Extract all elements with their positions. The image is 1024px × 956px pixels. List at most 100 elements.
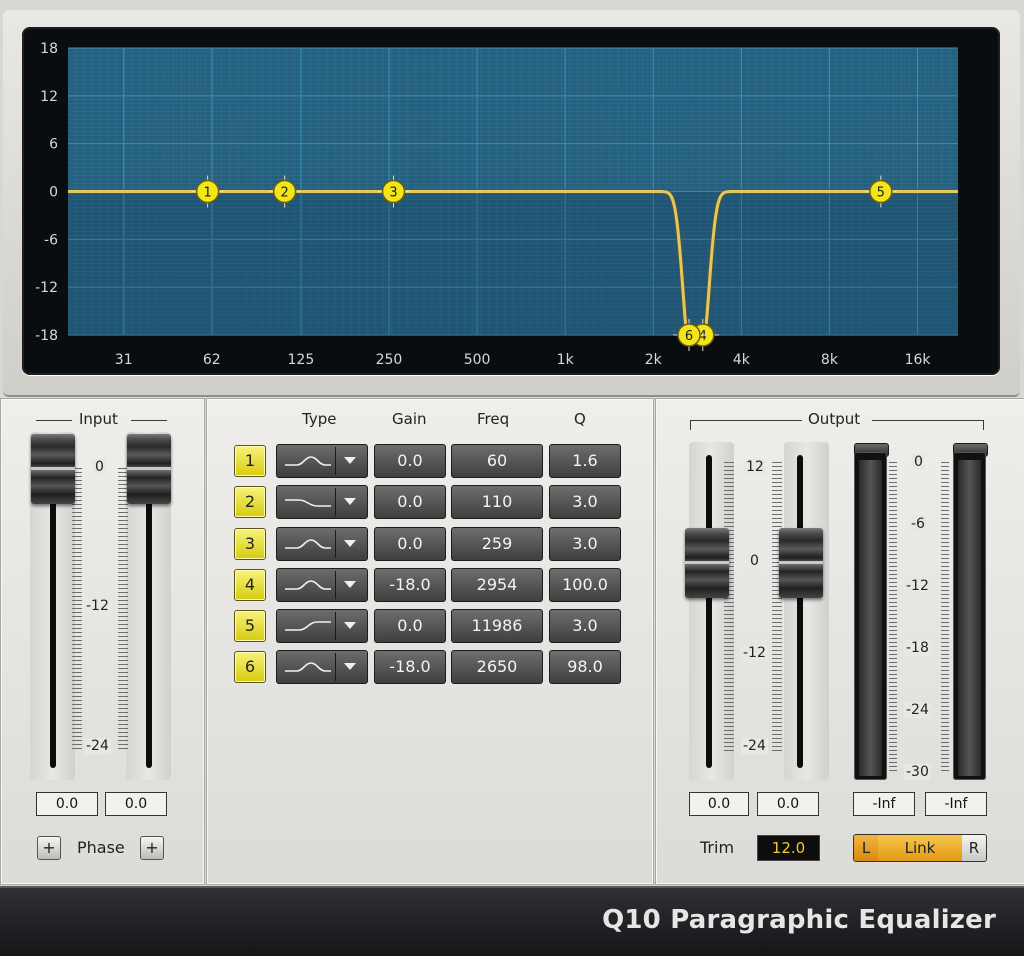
- meter-left-value[interactable]: -Inf: [853, 792, 915, 816]
- band-3-button[interactable]: 3: [234, 528, 266, 560]
- input-right-slot: [146, 490, 152, 768]
- meter-scale-minus12: -12: [904, 578, 931, 594]
- x-axis-label: 62: [203, 352, 221, 368]
- band-4-freq[interactable]: 2954: [451, 568, 543, 602]
- chevron-down-icon[interactable]: [344, 581, 356, 588]
- y-axis-label: -12: [35, 280, 58, 296]
- link-left-button[interactable]: L: [854, 835, 878, 861]
- band-6-freq[interactable]: 2650: [451, 650, 543, 684]
- band-4-button[interactable]: 4: [234, 569, 266, 601]
- input-title-line-left: [36, 420, 72, 421]
- x-axis-label: 500: [464, 352, 491, 368]
- band-4-gain[interactable]: -18.0: [374, 568, 446, 602]
- band-6-button[interactable]: 6: [234, 651, 266, 683]
- chevron-down-icon[interactable]: [344, 622, 356, 629]
- y-axis-label: 12: [40, 89, 58, 105]
- band-2-button[interactable]: 2: [234, 486, 266, 518]
- chevron-down-icon[interactable]: [344, 457, 356, 464]
- band-3-gain[interactable]: 0.0: [374, 527, 446, 561]
- output-title-line-right: [872, 420, 984, 421]
- band-1-q[interactable]: 1.6: [549, 444, 621, 478]
- q10-plugin-window: 18 12 6 0 -6 -12 -18 31 62 125 250 500 1k 2k 4k 8k 16k 1 2…: [0, 0, 1024, 956]
- meter-scale-minus24: -24: [904, 702, 931, 718]
- input-left-fader[interactable]: [31, 434, 75, 504]
- link-toggle[interactable]: L Link R: [853, 834, 987, 862]
- link-right-button[interactable]: R: [962, 835, 986, 861]
- input-scale-ticks-left: [72, 468, 82, 750]
- x-axis-label: 16k: [905, 352, 932, 368]
- bell-filter-icon: [285, 456, 331, 466]
- trim-scale-0: 0: [748, 553, 761, 569]
- band-3-freq[interactable]: 259: [451, 527, 543, 561]
- trim-value[interactable]: 12.0: [757, 835, 820, 861]
- band-6-marker-label: 6: [685, 329, 693, 344]
- input-right-value[interactable]: 0.0: [105, 792, 167, 816]
- band-5-gain[interactable]: 0.0: [374, 609, 446, 643]
- band-6-gain[interactable]: -18.0: [374, 650, 446, 684]
- phase-right-button[interactable]: +: [140, 836, 164, 860]
- trim-scale-12: 12: [744, 459, 766, 475]
- eq-response-graph[interactable]: 181260-6-12-1831 62 125 250 500 1k 2k 4k 8k 16k1 2…: [22, 27, 1000, 375]
- band-1-freq[interactable]: 60: [451, 444, 543, 478]
- output-title-tick-left: [690, 420, 691, 430]
- band-5-freq[interactable]: 11986: [451, 609, 543, 643]
- gain-header: Gain: [392, 410, 427, 428]
- trim-right-track: [784, 442, 829, 780]
- chevron-down-icon[interactable]: [344, 498, 356, 505]
- x-axis-label: 2k: [645, 352, 663, 368]
- type-select-divider: [335, 488, 336, 516]
- type-select-divider: [335, 612, 336, 640]
- x-axis-label: 250: [376, 352, 403, 368]
- band-1-button[interactable]: 1: [234, 445, 266, 477]
- band-4-type-select[interactable]: [276, 568, 368, 602]
- band-1-type-select[interactable]: [276, 444, 368, 478]
- phase-left-button[interactable]: +: [37, 836, 61, 860]
- input-left-value[interactable]: 0.0: [36, 792, 98, 816]
- band-3-marker-label: 3: [389, 186, 397, 201]
- band-2-gain[interactable]: 0.0: [374, 485, 446, 519]
- input-title-line-right: [131, 420, 167, 421]
- input-scale-0: 0: [93, 459, 106, 475]
- output-title: Output: [808, 410, 861, 428]
- meter-scale-minus30: -30: [904, 764, 931, 780]
- band-5-type-select[interactable]: [276, 609, 368, 643]
- link-button[interactable]: Link: [878, 835, 962, 861]
- band-3-type-select[interactable]: [276, 527, 368, 561]
- band-6-q[interactable]: 98.0: [549, 650, 621, 684]
- band-2-freq[interactable]: 110: [451, 485, 543, 519]
- input-scale-minus12: -12: [84, 598, 111, 614]
- phase-label: Phase: [77, 838, 125, 857]
- output-left-value[interactable]: 0.0: [689, 792, 749, 816]
- band-2-type-select[interactable]: [276, 485, 368, 519]
- input-right-fader[interactable]: [127, 434, 171, 504]
- type-select-divider: [335, 653, 336, 681]
- band-1-marker-label: 1: [203, 186, 211, 201]
- band-2-q[interactable]: 3.0: [549, 485, 621, 519]
- trim-left-fader[interactable]: [685, 528, 729, 598]
- band-5-q[interactable]: 3.0: [549, 609, 621, 643]
- x-axis-label: 4k: [733, 352, 751, 368]
- output-right-value[interactable]: 0.0: [757, 792, 819, 816]
- trim-scale-ticks-right: [772, 462, 782, 754]
- trim-right-fader[interactable]: [779, 528, 823, 598]
- meter-scale-minus18: -18: [904, 640, 931, 656]
- input-title: Input: [79, 410, 118, 428]
- q-header: Q: [574, 410, 586, 428]
- chevron-down-icon[interactable]: [344, 540, 356, 547]
- trim-scale-ticks-left: [724, 462, 734, 754]
- band-1-gain[interactable]: 0.0: [374, 444, 446, 478]
- meter-scale-0: 0: [912, 454, 925, 470]
- meter-right-value[interactable]: -Inf: [925, 792, 987, 816]
- plugin-title: Q10 Paragraphic Equalizer: [602, 905, 996, 935]
- input-scale-minus24: -24: [84, 738, 111, 754]
- y-axis-label: -6: [44, 232, 58, 248]
- band-5-button[interactable]: 5: [234, 610, 266, 642]
- type-select-divider: [335, 530, 336, 558]
- band-3-q[interactable]: 3.0: [549, 527, 621, 561]
- band-4-q[interactable]: 100.0: [549, 568, 621, 602]
- meter-scale-ticks-left: [889, 462, 897, 774]
- chevron-down-icon[interactable]: [344, 663, 356, 670]
- bell-filter-icon: [285, 580, 331, 590]
- output-title-tick-right: [983, 420, 984, 430]
- band-6-type-select[interactable]: [276, 650, 368, 684]
